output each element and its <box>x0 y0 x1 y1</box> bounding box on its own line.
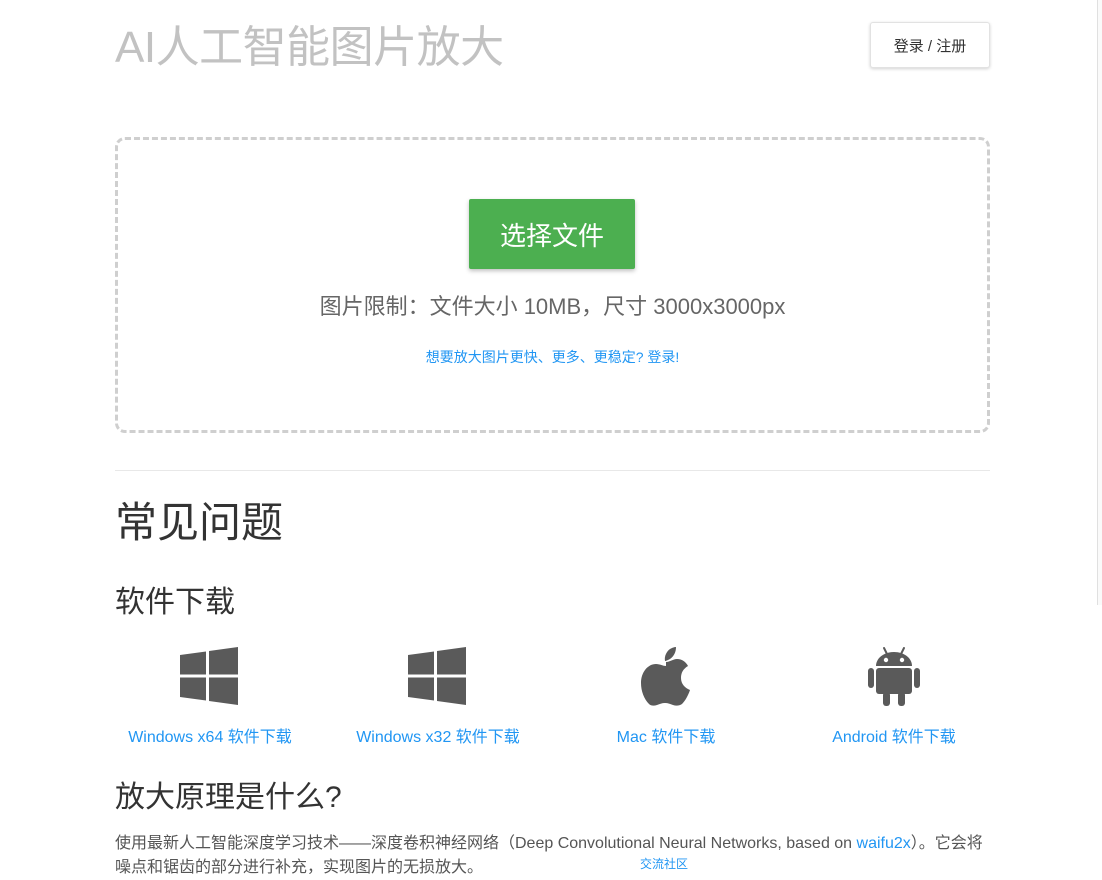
download-item-mac: Mac 软件下载 <box>571 645 761 747</box>
windows-icon[interactable] <box>408 645 468 707</box>
android-icon[interactable] <box>868 645 920 707</box>
principle-text-start: 使用最新人工智能深度学习技术——深度卷积神经网络（Deep Convolutio… <box>115 835 857 852</box>
windows-x64-download-link[interactable]: Windows x64 软件下载 <box>115 723 305 747</box>
principle-heading: 放大原理是什么? <box>115 781 342 814</box>
scrollbar-edge[interactable] <box>1097 0 1102 605</box>
android-download-link[interactable]: Android 软件下载 <box>799 723 989 747</box>
community-link[interactable]: 交流社区 <box>640 855 689 872</box>
apple-icon[interactable] <box>641 645 691 707</box>
login-register-button[interactable]: 登录 / 注册 <box>870 22 990 68</box>
section-divider <box>115 470 990 471</box>
download-item-windows-x64: Windows x64 软件下载 <box>115 645 305 747</box>
windows-icon[interactable] <box>180 645 240 707</box>
image-limit-text: 图片限制：文件大小 10MB，尺寸 3000x3000px <box>319 294 786 319</box>
windows-x32-download-link[interactable]: Windows x32 软件下载 <box>343 723 533 747</box>
mac-download-link[interactable]: Mac 软件下载 <box>571 723 761 747</box>
download-item-windows-x32: Windows x32 软件下载 <box>343 645 533 747</box>
downloads-heading: 软件下载 <box>115 586 235 619</box>
login-hint-link[interactable]: 想要放大图片更快、更多、更稳定? 登录! <box>118 347 987 367</box>
principle-paragraph: 使用最新人工智能深度学习技术——深度卷积神经网络（Deep Convolutio… <box>115 832 990 880</box>
waifu2x-link[interactable]: waifu2x <box>857 835 911 852</box>
download-item-android: Android 软件下载 <box>799 645 989 747</box>
faq-heading: 常见问题 <box>115 499 284 546</box>
main-container: AI人工智能图片放大 登录 / 注册 选择文件 图片限制：文件大小 10MB，尺… <box>115 0 990 876</box>
choose-file-button[interactable]: 选择文件 <box>469 199 635 269</box>
site-title: AI人工智能图片放大 <box>115 23 504 72</box>
upload-dropzone[interactable]: 选择文件 图片限制：文件大小 10MB，尺寸 3000x3000px 想要放大图… <box>115 137 990 433</box>
